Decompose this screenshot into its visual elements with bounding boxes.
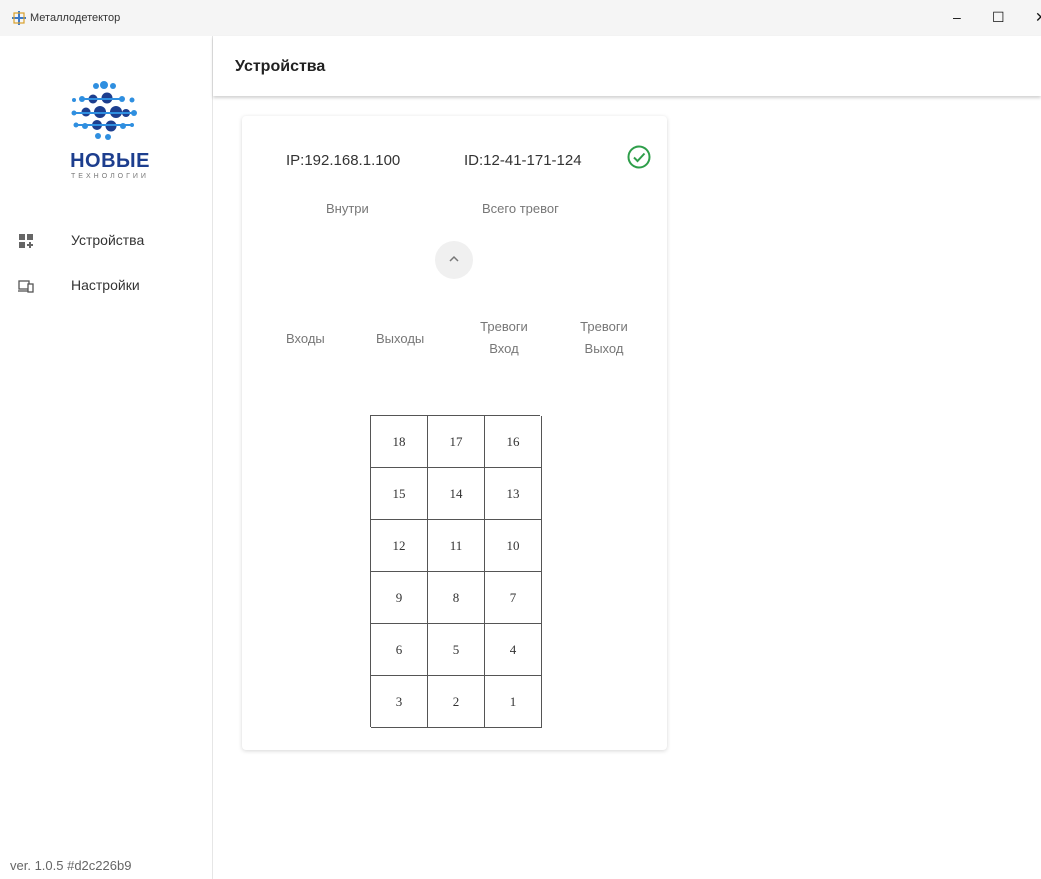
device-ip: IP:192.168.1.100	[286, 152, 401, 169]
page-header: Устройства	[213, 36, 1041, 96]
alarms-output-label-line1: Тревоги	[580, 319, 628, 334]
sidebar-item-label: Устройства	[71, 232, 145, 248]
maximize-button[interactable]: ☐	[992, 9, 1005, 25]
company-logo: НОВЫЕ ТЕХНОЛОГИИ	[52, 80, 168, 190]
zone-cell[interactable]: 15	[371, 468, 428, 520]
zone-cell[interactable]: 5	[428, 624, 485, 676]
zone-grid: 18 17 16 15 14 13 12 11 10 9 8 7 6 5 4 3…	[370, 415, 542, 728]
logo-subtitle: ТЕХНОЛОГИИ	[71, 173, 149, 180]
minimize-button[interactable]: –	[953, 9, 961, 25]
zone-cell[interactable]: 10	[485, 520, 542, 572]
settings-monitor-icon	[18, 280, 34, 293]
device-id: ID:12-41-171-124	[464, 152, 582, 169]
sidebar: НОВЫЕ ТЕХНОЛОГИИ Устройства Настройки ve…	[0, 36, 213, 879]
chevron-up-icon	[449, 255, 459, 262]
app-icon	[12, 11, 26, 25]
check-circle-icon	[627, 145, 651, 169]
devices-grid-icon	[19, 234, 33, 248]
inputs-label: Входы	[286, 331, 325, 346]
window-title: Металлодетектор	[30, 12, 121, 24]
sidebar-item-label: Настройки	[71, 277, 140, 293]
alarms-input-label-line1: Тревоги	[480, 319, 528, 334]
sidebar-item-devices[interactable]: Устройства	[0, 225, 212, 257]
alarms-input-label: Тревоги Вход	[454, 316, 554, 360]
zone-cell[interactable]: 6	[371, 624, 428, 676]
total-alarms-label: Всего тревог	[482, 201, 559, 216]
inside-label: Внутри	[326, 201, 369, 216]
device-card: IP:192.168.1.100 ID:12-41-171-124 Внутри…	[242, 116, 667, 750]
zone-cell[interactable]: 17	[428, 416, 485, 468]
zone-cell[interactable]: 16	[485, 416, 542, 468]
version-label: ver. 1.0.5 #d2c226b9	[10, 858, 132, 873]
zone-cell[interactable]: 2	[428, 676, 485, 728]
alarms-output-label: Тревоги Выход	[554, 316, 654, 360]
zone-cell[interactable]: 11	[428, 520, 485, 572]
sidebar-item-settings[interactable]: Настройки	[0, 270, 212, 302]
zone-cell[interactable]: 3	[371, 676, 428, 728]
zone-cell[interactable]: 4	[485, 624, 542, 676]
zone-cell[interactable]: 1	[485, 676, 542, 728]
zone-cell[interactable]: 7	[485, 572, 542, 624]
outputs-label: Выходы	[376, 331, 425, 346]
page-title: Устройства	[235, 58, 326, 75]
window-titlebar: Металлодетектор – ☐ ✕	[0, 0, 1041, 36]
alarms-output-label-line2: Выход	[584, 341, 624, 356]
close-button[interactable]: ✕	[1035, 9, 1041, 25]
zone-cell[interactable]: 8	[428, 572, 485, 624]
zone-cell[interactable]: 13	[485, 468, 542, 520]
zone-cell[interactable]: 9	[371, 572, 428, 624]
logo-title: НОВЫЕ	[70, 150, 150, 172]
alarms-input-label-line2: Вход	[489, 341, 519, 356]
logo-dots-icon	[71, 81, 137, 140]
zone-cell[interactable]: 18	[371, 416, 428, 468]
collapse-button[interactable]	[435, 241, 473, 279]
zone-cell[interactable]: 14	[428, 468, 485, 520]
zone-cell[interactable]: 12	[371, 520, 428, 572]
